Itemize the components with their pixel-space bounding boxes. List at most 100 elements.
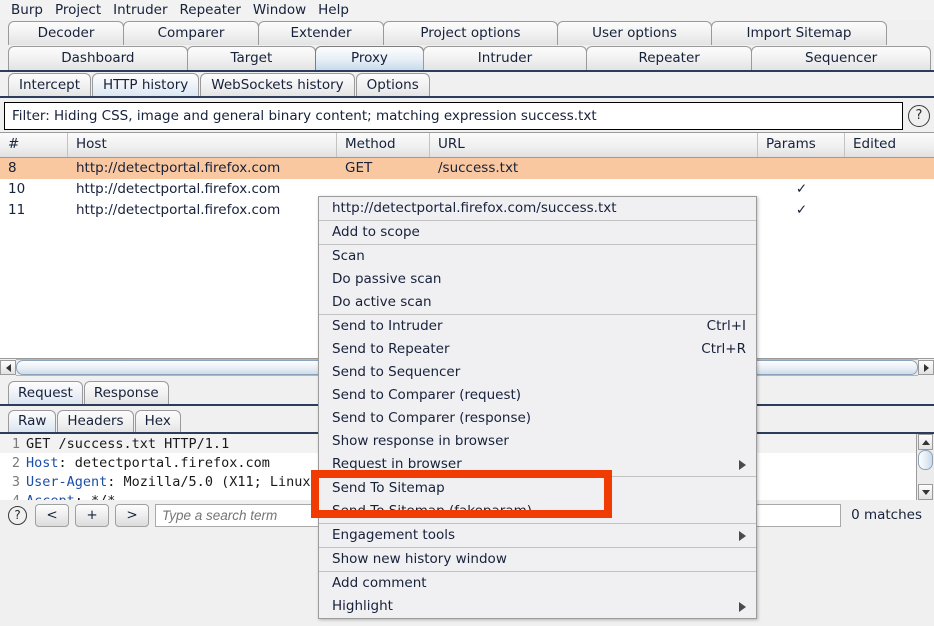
tab-dashboard[interactable]: Dashboard [8,46,188,70]
tab-repeater[interactable]: Repeater [586,46,753,70]
column-header-num[interactable]: # [0,133,68,157]
menu-item-send-to-sitemap[interactable]: Send To Sitemap [319,477,756,500]
menu-item-do-passive-scan[interactable]: Do passive scan [319,268,756,291]
menu-item-label: http://detectportal.firefox.com/success.… [332,200,617,216]
cell-params: ✓ [795,202,808,218]
main-tab-row-1: Decoder Comparer Extender Project option… [0,20,934,45]
menu-burp[interactable]: Burp [5,0,49,20]
menu-item-send-to-comparer-request[interactable]: Send to Comparer (request) [319,384,756,407]
cell-num: 8 [8,160,17,176]
table-header-row: # Host Method URL Params Edited [0,133,934,158]
tab-raw[interactable]: Raw [8,410,57,432]
menu-repeater[interactable]: Repeater [174,0,247,20]
search-prev-button[interactable]: < [35,503,69,527]
menu-item-label: Send To Sitemap [332,480,445,496]
menu-item-send-to-repeater[interactable]: Send to Repeater Ctrl+R [319,338,756,361]
menu-item-label: Highlight [332,598,393,614]
line-text: : detectportal.firefox.com [58,454,270,471]
scroll-up-arrow-icon[interactable] [918,434,933,450]
menu-item-show-response-in-browser[interactable]: Show response in browser [319,430,756,453]
menu-item-label: Request in browser [332,456,462,472]
cell-edited [845,200,934,221]
menu-help[interactable]: Help [312,0,355,20]
tab-intercept[interactable]: Intercept [8,73,91,96]
search-next-button[interactable]: > [115,503,149,527]
tab-user-options[interactable]: User options [557,21,712,45]
scroll-down-arrow-icon[interactable] [918,484,933,500]
menu-item-label: Send to Comparer (request) [332,387,522,403]
tab-response[interactable]: Response [83,381,169,404]
tab-request[interactable]: Request [8,381,83,404]
menu-item-send-to-sitemap-fakeparam[interactable]: Send To Sitemap (fakeparam) [319,500,756,523]
table-row[interactable]: 8 http://detectportal.firefox.com GET /s… [0,158,934,179]
column-header-host[interactable]: Host [68,133,337,157]
tab-import-sitemap[interactable]: Import Sitemap [711,21,887,45]
column-header-url[interactable]: URL [430,133,758,157]
tab-headers[interactable]: Headers [57,410,134,432]
menu-item-add-to-scope[interactable]: Add to scope [319,221,756,244]
tab-decoder[interactable]: Decoder [8,21,124,45]
menu-item-highlight[interactable]: Highlight [319,595,756,618]
menu-window[interactable]: Window [247,0,312,20]
tab-project-options[interactable]: Project options [383,21,558,45]
menu-item-do-active-scan[interactable]: Do active scan [319,291,756,314]
menu-item-add-comment[interactable]: Add comment [319,572,756,595]
scroll-right-arrow-icon[interactable] [918,360,934,375]
line-number: 3 [11,473,20,490]
scroll-left-arrow-icon[interactable] [0,360,16,375]
menu-item-accelerator: Ctrl+R [701,341,746,357]
cell-host: http://detectportal.firefox.com [76,181,281,197]
menu-project[interactable]: Project [49,0,107,20]
editor-vertical-scrollbar[interactable] [916,434,934,500]
tab-http-history[interactable]: HTTP history [91,73,200,96]
main-tab-row-2: Dashboard Target Proxy Intruder Repeater… [0,45,934,70]
menu-item-scan[interactable]: Scan [319,245,756,268]
line-number: 1 [11,435,20,452]
menu-item-send-to-comparer-response[interactable]: Send to Comparer (response) [319,407,756,430]
menu-item-show-new-history-window[interactable]: Show new history window [319,548,756,571]
menu-item-request-in-browser[interactable]: Request in browser [319,453,756,476]
line-number: 2 [11,454,20,471]
submenu-arrow-icon [739,459,746,470]
search-add-button[interactable]: + [75,503,109,527]
submenu-arrow-icon [739,530,746,541]
menu-item-url[interactable]: http://detectportal.firefox.com/success.… [319,197,756,220]
menu-item-label: Do passive scan [332,271,442,287]
menu-intruder[interactable]: Intruder [107,0,173,20]
menu-item-label: Show response in browser [332,433,509,449]
column-header-edited[interactable]: Edited [845,133,934,157]
menu-item-label: Show new history window [332,551,507,567]
column-header-params[interactable]: Params [758,133,845,157]
menu-item-label: Send to Repeater [332,341,450,357]
menu-item-send-to-sequencer[interactable]: Send to Sequencer [319,361,756,384]
scroll-thumb-vertical[interactable] [918,450,933,470]
menu-item-send-to-intruder[interactable]: Send to Intruder Ctrl+I [319,315,756,338]
submenu-arrow-icon [739,601,746,612]
tab-sequencer[interactable]: Sequencer [751,46,931,70]
tab-intruder[interactable]: Intruder [422,46,588,70]
cell-params: ✓ [795,181,808,197]
question-mark-icon[interactable]: ? [908,105,930,127]
menu-item-engagement-tools[interactable]: Engagement tools [319,524,756,547]
cell-edited [845,158,934,179]
menu-item-label: Add comment [332,575,427,591]
filter-bar-container: Filter: Hiding CSS, image and general bi… [0,98,934,132]
tab-comparer[interactable]: Comparer [123,21,259,45]
filter-bar[interactable]: Filter: Hiding CSS, image and general bi… [4,102,903,130]
tab-hex[interactable]: Hex [134,410,181,432]
context-menu[interactable]: http://detectportal.firefox.com/success.… [318,196,757,619]
tab-target[interactable]: Target [186,46,317,70]
cell-num: 11 [8,202,26,218]
tab-options[interactable]: Options [355,73,430,96]
menu-item-label: Engagement tools [332,527,455,543]
header-name: Accept [26,493,75,501]
tab-extender[interactable]: Extender [258,21,384,45]
scroll-track-vertical[interactable] [918,450,933,484]
proxy-tab-bar: Intercept HTTP history WebSockets histor… [0,72,934,96]
question-mark-icon[interactable]: ? [8,505,27,525]
tab-proxy[interactable]: Proxy [315,46,424,70]
tab-websockets-history[interactable]: WebSockets history [200,73,355,96]
cell-method: GET [345,160,373,176]
menu-item-label: Send to Sequencer [332,364,461,380]
column-header-method[interactable]: Method [337,133,430,157]
